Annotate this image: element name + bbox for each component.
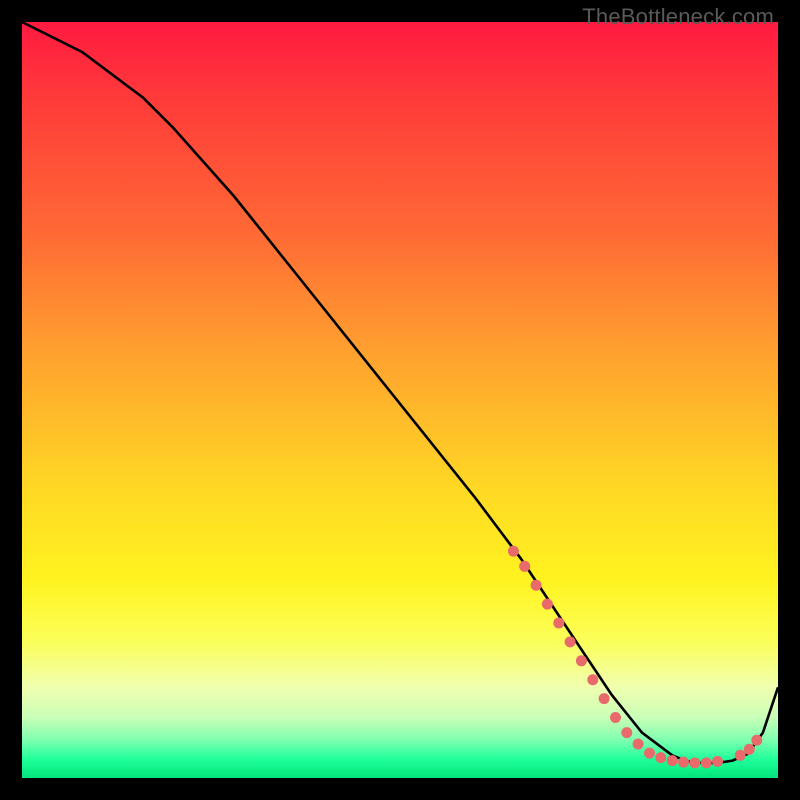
marker-dot bbox=[712, 756, 723, 767]
chart-frame bbox=[22, 22, 778, 778]
bottleneck-curve bbox=[22, 22, 778, 763]
marker-dot bbox=[621, 727, 632, 738]
marker-dot bbox=[599, 693, 610, 704]
watermark-text: TheBottleneck.com bbox=[582, 4, 774, 30]
marker-dot bbox=[701, 757, 712, 768]
marker-dot bbox=[531, 580, 542, 591]
marker-dot bbox=[553, 618, 564, 629]
marker-dot bbox=[565, 636, 576, 647]
marker-dot bbox=[751, 735, 762, 746]
marker-dot bbox=[667, 755, 678, 766]
marker-dot bbox=[542, 599, 553, 610]
marker-dot bbox=[633, 739, 644, 750]
marker-dot bbox=[655, 752, 666, 763]
marker-dot bbox=[689, 757, 700, 768]
marker-dot bbox=[644, 748, 655, 759]
marker-dot bbox=[735, 750, 746, 761]
marker-dot bbox=[678, 757, 689, 768]
chart-svg bbox=[22, 22, 778, 778]
marker-dot bbox=[576, 655, 587, 666]
marker-dot bbox=[610, 712, 621, 723]
marker-dot bbox=[587, 674, 598, 685]
curve-markers bbox=[508, 546, 762, 769]
marker-dot bbox=[744, 744, 755, 755]
marker-dot bbox=[519, 561, 530, 572]
marker-dot bbox=[508, 546, 519, 557]
